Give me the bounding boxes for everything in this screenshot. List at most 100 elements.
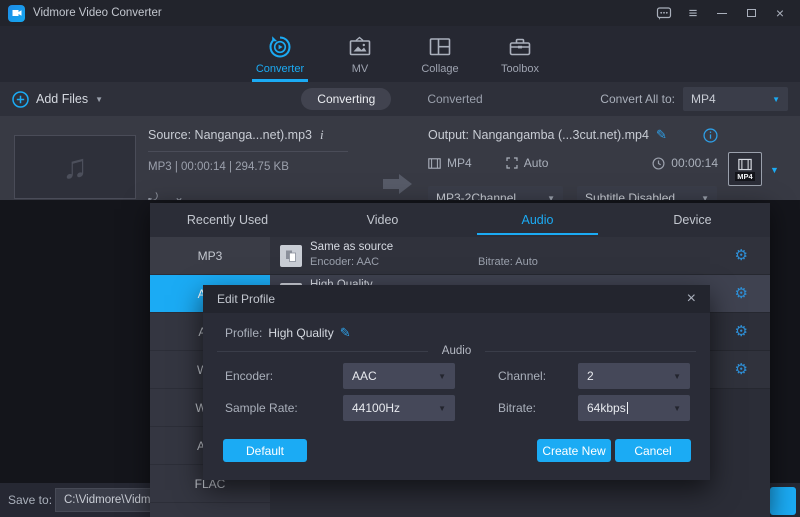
profile-label: Profile: bbox=[225, 326, 262, 340]
edit-output-icon[interactable]: ✎ bbox=[656, 127, 667, 143]
source-info-icon[interactable]: i bbox=[320, 127, 324, 143]
sidebar-item-mp3[interactable]: MP3 bbox=[150, 237, 270, 275]
film-icon bbox=[738, 158, 752, 171]
source-filename: Source: Nanganga...net).mp3 bbox=[148, 128, 312, 142]
titlebar-controls: ≡ × bbox=[654, 4, 800, 22]
tab-mv-label: MV bbox=[352, 63, 369, 75]
tab-collage[interactable]: Collage bbox=[400, 26, 480, 82]
sidebar-item-m4a[interactable]: M4A bbox=[150, 503, 270, 517]
clock-icon bbox=[652, 157, 665, 170]
main-nav: Converter MV Collage bbox=[0, 26, 800, 82]
output-format: MP4 bbox=[447, 156, 472, 170]
rotate-icon[interactable]: ⤾ bbox=[148, 190, 158, 200]
converted-tab[interactable]: Converted bbox=[411, 88, 498, 110]
chevron-down-icon: ▼ bbox=[547, 194, 555, 201]
chevron-down-icon: ▼ bbox=[438, 372, 446, 381]
feedback-icon[interactable] bbox=[654, 4, 674, 22]
panel-tab-device[interactable]: Device bbox=[615, 203, 770, 237]
tab-toolbox[interactable]: Toolbox bbox=[480, 26, 560, 82]
tab-toolbox-label: Toolbox bbox=[501, 63, 539, 75]
panel-tab-video[interactable]: Video bbox=[305, 203, 460, 237]
rename-profile-icon[interactable]: ✎ bbox=[340, 325, 351, 341]
output-profile-button[interactable]: MP4 bbox=[728, 152, 762, 186]
text-cursor bbox=[627, 402, 628, 414]
file-item-row: ♫ Source: Nanganga...net).mp3 i MP3 | 00… bbox=[0, 116, 800, 200]
converter-icon bbox=[267, 34, 293, 60]
sample-rate-label: Sample Rate: bbox=[225, 401, 343, 415]
music-note-icon: ♫ bbox=[62, 148, 88, 187]
audio-settings-form: Encoder: AAC▼ Channel: 2▼ Sample Rate: 4… bbox=[225, 363, 690, 421]
film-icon bbox=[428, 158, 441, 169]
gear-icon[interactable]: ⚙ bbox=[735, 362, 748, 377]
chevron-down-icon[interactable]: ⌄ bbox=[174, 190, 184, 200]
maximize-button[interactable] bbox=[741, 4, 761, 22]
collage-icon bbox=[427, 34, 453, 60]
output-info-icon[interactable] bbox=[703, 128, 718, 143]
chevron-down-icon: ▼ bbox=[701, 194, 709, 201]
encoder-label: Encoder: bbox=[225, 369, 343, 383]
output-duration: 00:00:14 bbox=[671, 156, 718, 170]
app-window: Vidmore Video Converter ≡ × bbox=[0, 0, 800, 517]
chevron-down-icon: ▼ bbox=[438, 404, 446, 413]
profile-name-row: Profile: High Quality ✎ bbox=[225, 325, 351, 341]
converting-tab[interactable]: Converting bbox=[301, 88, 391, 110]
channel-select[interactable]: 2▼ bbox=[578, 363, 690, 389]
audio-section-label: Audio bbox=[442, 345, 471, 357]
toolbar: Add Files ▼ Converting Converted Convert… bbox=[0, 82, 800, 116]
gear-icon[interactable]: ⚙ bbox=[735, 286, 748, 301]
dialog-title: Edit Profile bbox=[217, 292, 275, 306]
chevron-down-icon: ▼ bbox=[673, 372, 681, 381]
dialog-close-icon[interactable]: × bbox=[687, 291, 696, 307]
close-button[interactable]: × bbox=[770, 4, 790, 22]
tab-converter-label: Converter bbox=[256, 63, 304, 75]
gear-icon[interactable]: ⚙ bbox=[735, 324, 748, 339]
audio-track-select[interactable]: MP3-2Channel▼ bbox=[428, 186, 563, 200]
minimize-button[interactable] bbox=[712, 4, 732, 22]
create-new-button[interactable]: Create New bbox=[537, 439, 611, 462]
output-filename: Output: Nangangamba (...3cut.net).mp4 bbox=[428, 128, 649, 142]
pages-icon bbox=[280, 245, 302, 267]
menu-icon[interactable]: ≡ bbox=[683, 4, 703, 22]
dialog-title-bar: Edit Profile × bbox=[203, 285, 710, 313]
audio-thumbnail: ♫ bbox=[14, 135, 136, 199]
bitrate-select[interactable]: 64kbps ▼ bbox=[578, 395, 690, 421]
source-meta: MP3 | 00:00:14 | 294.75 KB bbox=[148, 161, 378, 173]
panel-tab-audio[interactable]: Audio bbox=[460, 203, 615, 237]
dialog-buttons: Default Create New Cancel bbox=[223, 439, 691, 462]
edit-profile-dialog: Edit Profile × Profile: High Quality ✎ A… bbox=[203, 285, 710, 480]
resolution-icon bbox=[506, 157, 518, 169]
default-button[interactable]: Default bbox=[223, 439, 307, 462]
source-info: Source: Nanganga...net).mp3 i MP3 | 00:0… bbox=[148, 127, 378, 173]
title-bar: Vidmore Video Converter ≡ × bbox=[0, 0, 800, 26]
cancel-button[interactable]: Cancel bbox=[615, 439, 691, 462]
app-title: Vidmore Video Converter bbox=[33, 7, 162, 19]
output-info: Output: Nangangamba (...3cut.net).mp4 ✎ … bbox=[428, 127, 718, 170]
bitrate-label: Bitrate: bbox=[498, 401, 578, 415]
profile-row-same-as-source[interactable]: Same as source Encoder: AAC Bitrate: Aut… bbox=[270, 237, 770, 275]
mv-icon bbox=[347, 34, 373, 60]
clip-tools: ⤾ ⌄ bbox=[148, 190, 184, 200]
tab-collage-label: Collage bbox=[421, 63, 458, 75]
profile-value: High Quality bbox=[268, 326, 333, 340]
gear-icon[interactable]: ⚙ bbox=[735, 248, 748, 263]
audio-section-separator: Audio bbox=[217, 345, 696, 357]
subtitle-select[interactable]: Subtitle Disabled▼ bbox=[577, 186, 717, 200]
app-logo-icon bbox=[8, 5, 25, 22]
panel-tab-recently-used[interactable]: Recently Used bbox=[150, 203, 305, 237]
tab-mv[interactable]: MV bbox=[320, 26, 400, 82]
output-resolution: Auto bbox=[524, 156, 549, 170]
convert-all-button[interactable] bbox=[770, 487, 796, 515]
profile-chip-label: MP4 bbox=[735, 172, 754, 181]
toolbox-icon bbox=[507, 34, 533, 60]
channel-label: Channel: bbox=[498, 369, 578, 383]
divider bbox=[148, 151, 348, 152]
encoder-select[interactable]: AAC▼ bbox=[343, 363, 455, 389]
tab-converter[interactable]: Converter bbox=[240, 26, 320, 82]
format-panel-tabs: Recently Used Video Audio Device bbox=[150, 203, 770, 237]
sample-rate-select[interactable]: 44100Hz▼ bbox=[343, 395, 455, 421]
profile-chevron-icon[interactable]: ▼ bbox=[770, 165, 779, 175]
queue-tabs: Converting Converted bbox=[0, 88, 800, 110]
save-to-label: Save to: bbox=[8, 493, 52, 507]
convert-arrow-icon bbox=[383, 174, 412, 194]
chevron-down-icon: ▼ bbox=[673, 404, 681, 413]
